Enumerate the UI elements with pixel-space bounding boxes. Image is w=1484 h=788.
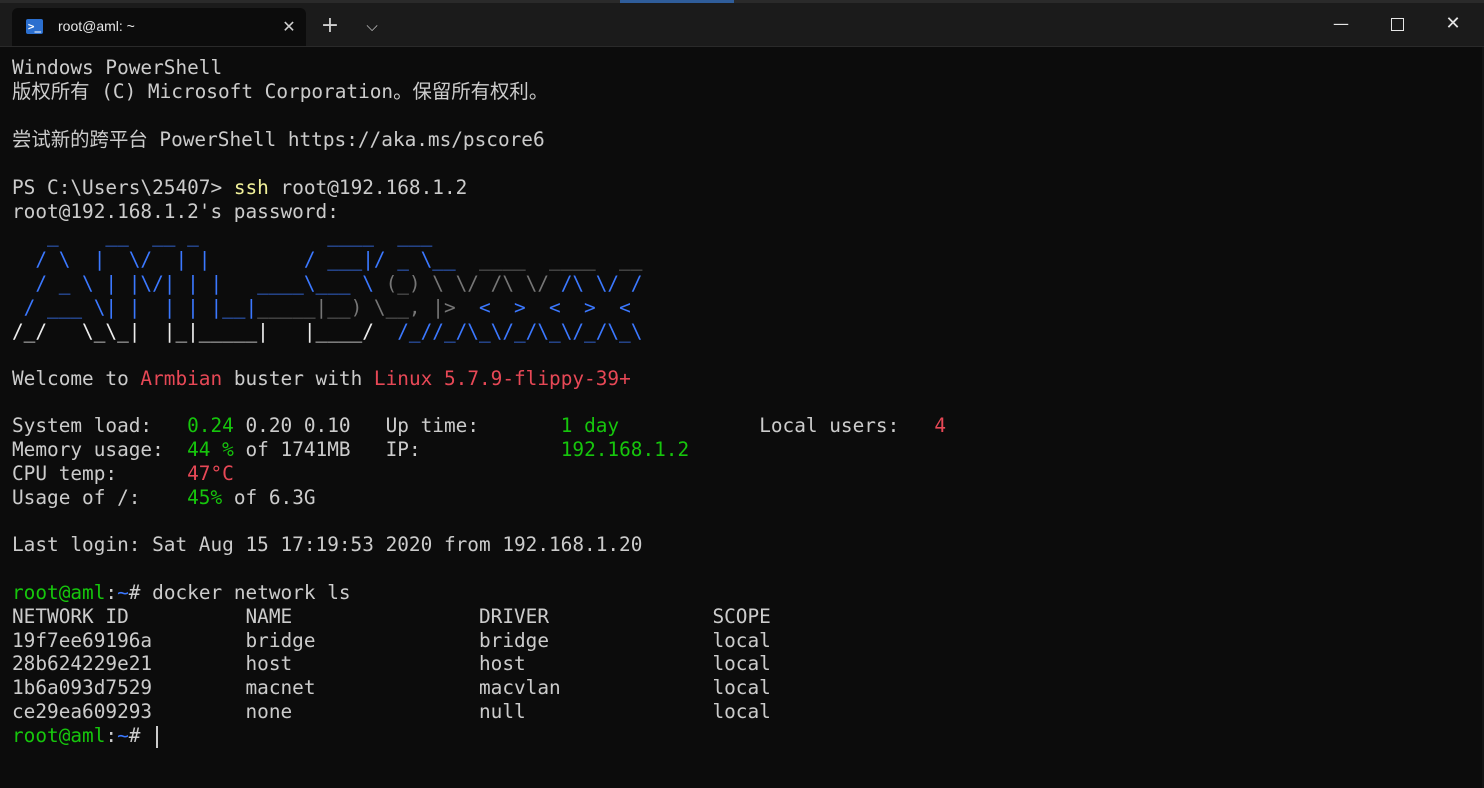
banner-seg: _____|__) \__, |> bbox=[257, 296, 468, 319]
maximize-icon bbox=[1390, 18, 1404, 31]
shell-prompt-line[interactable]: root@aml:~# bbox=[12, 724, 159, 748]
welcome-line: Welcome to Armbian buster with Linux 5.7… bbox=[12, 367, 631, 391]
prompt-hash: # bbox=[128, 724, 153, 747]
banner-seg: /\ \/ / bbox=[560, 272, 643, 295]
banner-row-5: /_/ \_\_| |_|_____| |____/ /_//_/\_\/_/\… bbox=[12, 320, 642, 344]
ssh-command: ssh bbox=[233, 176, 269, 199]
prompt-user: root@aml bbox=[12, 581, 106, 604]
command-text: docker network ls bbox=[152, 581, 351, 604]
terminal-output[interactable]: Windows PowerShell 版权所有 (C) Microsoft Co… bbox=[0, 47, 1484, 788]
intro-line-2: 版权所有 (C) Microsoft Corporation。保留所有权利。 bbox=[12, 80, 549, 103]
table-row: 1b6a093d7529 macnet macvlan local bbox=[12, 676, 771, 699]
intro-line-1: Windows PowerShell bbox=[12, 56, 223, 79]
banner-seg: ____ ____ __ bbox=[478, 248, 643, 271]
users-label: Local users: bbox=[759, 414, 935, 437]
text-cursor bbox=[156, 725, 159, 748]
ps-prompt: PS C:\Users\25407> bbox=[12, 176, 234, 199]
prompt-path: ~ bbox=[117, 724, 129, 747]
banner-row-1: _ __ __ _ ____ ___ bbox=[12, 224, 432, 248]
minimize-button[interactable]: — bbox=[1318, 8, 1364, 40]
close-tab-icon[interactable]: ✕ bbox=[278, 16, 300, 38]
uptime-label: Up time: bbox=[385, 414, 561, 437]
usage-rest: of 6.3G bbox=[222, 486, 316, 509]
table-header: NETWORK ID NAME DRIVER SCOPE bbox=[12, 605, 771, 628]
shell-command-line: root@aml:~# docker network ls bbox=[12, 581, 351, 605]
usage-value: 45% bbox=[187, 486, 223, 509]
powershell-icon: >_ bbox=[26, 19, 43, 34]
banner-seg: / _ \ | |\/| | | ____\___ \ bbox=[12, 272, 386, 295]
banner-row-2: / \ | \/ | | / ___|/ _ \__ ____ ____ __ bbox=[12, 248, 642, 272]
banner-seg: ____ ___ bbox=[327, 224, 433, 247]
desktop-strip bbox=[0, 0, 1484, 3]
load-label: System load: bbox=[12, 414, 188, 437]
table-row: ce29ea609293 none null local bbox=[12, 700, 771, 723]
chevron-down-icon[interactable]: ⌵ bbox=[359, 13, 385, 39]
new-tab-button[interactable]: + bbox=[317, 13, 343, 39]
last-login-line: Last login: Sat Aug 15 17:19:53 2020 fro… bbox=[12, 533, 643, 556]
stats-row-3: CPU temp: 47°C bbox=[12, 462, 234, 486]
maximize-button[interactable] bbox=[1374, 8, 1420, 40]
banner-seg: / \ | \/ | | / ___|/ _ \__ bbox=[12, 248, 479, 271]
banner-seg: /_/ \_\_| |_|_____| |____/ bbox=[12, 320, 398, 343]
banner-row-4: / ___ \| | | | |__|_____|__) \__, |> < >… bbox=[12, 296, 631, 320]
prompt-path: ~ bbox=[117, 581, 129, 604]
ip-label: IP: bbox=[385, 438, 561, 461]
prompt-hash: # bbox=[128, 581, 153, 604]
usage-label: Usage of /: bbox=[12, 486, 188, 509]
banner-seg: /_//_/\_\/_/\_\/_/\_\ bbox=[397, 320, 643, 343]
users-value: 4 bbox=[934, 414, 946, 437]
stats-row-2: Memory usage: 44 % of 1741MB IP: 192.168… bbox=[12, 438, 689, 462]
welcome-mid: buster with bbox=[222, 367, 374, 390]
intro-line-3: 尝试新的跨平台 PowerShell https://aka.ms/pscore… bbox=[12, 128, 545, 151]
prompt-colon: : bbox=[105, 724, 118, 747]
tab-root-aml[interactable]: >_ root@aml: ~ ✕ bbox=[12, 8, 306, 46]
load-1: 0.24 bbox=[187, 414, 234, 437]
distro-name: Armbian bbox=[140, 367, 223, 390]
welcome-prefix: Welcome to bbox=[12, 367, 141, 390]
table-row: 28b624229e21 host host local bbox=[12, 652, 771, 675]
password-prompt: root@192.168.1.2's password: bbox=[12, 200, 339, 223]
desktop-strip-highlight bbox=[620, 0, 734, 3]
banner-seg: (_) \ \/ /\ \/ bbox=[385, 272, 561, 295]
prompt-colon: : bbox=[105, 581, 118, 604]
banner-row-3: / _ \ | |\/| | | ____\___ \ (_) \ \/ /\ … bbox=[12, 272, 642, 296]
banner-seg: < > < > < bbox=[467, 296, 631, 319]
stats-row-4: Usage of /: 45% of 6.3G bbox=[12, 486, 316, 510]
banner-seg: _ __ __ _ bbox=[12, 224, 328, 247]
uptime-value: 1 day bbox=[560, 414, 620, 437]
mem-rest: of 1741MB bbox=[233, 438, 386, 461]
ssh-args: root@192.168.1.2 bbox=[268, 176, 468, 199]
close-window-button[interactable]: ✕ bbox=[1430, 8, 1476, 40]
table-row: 19f7ee69196a bridge bridge local bbox=[12, 629, 771, 652]
title-bar: >_ root@aml: ~ ✕ + ⌵ — ✕ bbox=[0, 0, 1484, 47]
mem-value: 44 % bbox=[187, 438, 234, 461]
cpu-value: 47°C bbox=[187, 462, 234, 485]
ps-command-line: PS C:\Users\25407> ssh root@192.168.1.2 bbox=[12, 176, 467, 200]
kernel-version: Linux 5.7.9-flippy-39+ bbox=[373, 367, 631, 390]
tab-title: root@aml: ~ bbox=[58, 18, 135, 34]
cpu-label: CPU temp: bbox=[12, 462, 188, 485]
ip-value: 192.168.1.2 bbox=[560, 438, 690, 461]
stats-pad bbox=[619, 414, 759, 437]
stats-row-1: System load: 0.24 0.20 0.10 Up time: 1 d… bbox=[12, 414, 946, 438]
banner-seg: / ___ \| | | | |__| bbox=[12, 296, 258, 319]
mem-label: Memory usage: bbox=[12, 438, 188, 461]
prompt-user: root@aml bbox=[12, 724, 106, 747]
load-rest: 0.20 0.10 bbox=[233, 414, 386, 437]
